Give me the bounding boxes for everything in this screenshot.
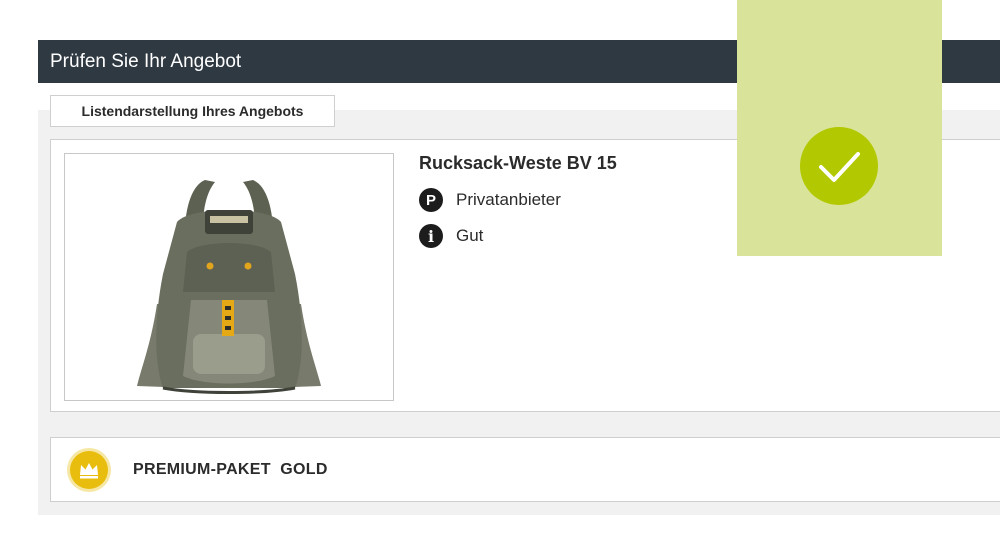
premium-package-card[interactable]: PREMIUM-PAKET GOLD — [50, 437, 1000, 502]
seller-type-label: Privatanbieter — [456, 190, 561, 209]
crown-icon — [67, 448, 111, 492]
product-title[interactable]: Rucksack-Weste BV 15 — [419, 153, 617, 174]
offer-review-page: Prüfen Sie Ihr Angebot Listendarstellung… — [0, 0, 1000, 543]
tab-list-view[interactable]: Listendarstellung Ihres Angebots — [50, 95, 335, 127]
success-overlay — [737, 0, 942, 256]
condition-row: i Gut — [419, 224, 483, 248]
checkmark-icon — [800, 127, 878, 205]
condition-label: Gut — [456, 226, 484, 245]
info-icon: i — [419, 224, 443, 248]
product-image[interactable] — [64, 153, 394, 401]
private-seller-icon: P — [419, 188, 443, 212]
seller-type-row: P Privatanbieter — [419, 188, 561, 212]
page-title: Prüfen Sie Ihr Angebot — [50, 51, 242, 72]
backpack-vest-image — [137, 180, 321, 394]
package-label: PREMIUM-PAKET GOLD — [133, 461, 328, 478]
